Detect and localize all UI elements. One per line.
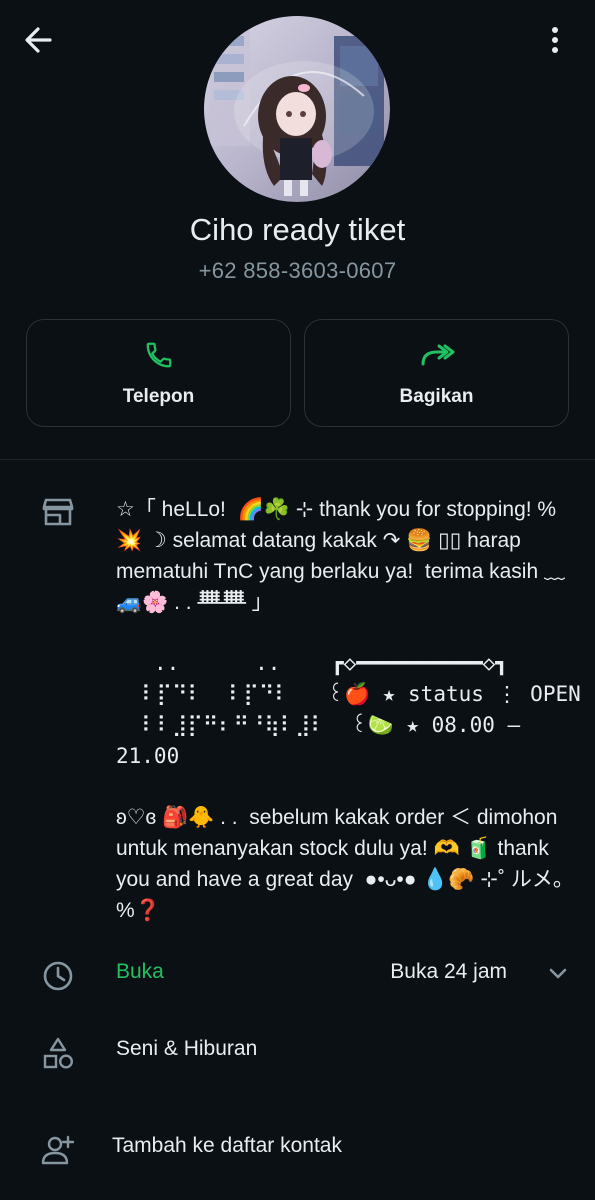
more-vertical-icon	[552, 27, 558, 53]
status-art-line-3: ⠇⠇⣸⡏⠛⠆⠛⠘⢷⠇⣸⠇ ꒰🍋‍🟩 ★ 08.00 — 21.00	[116, 713, 533, 768]
business-description: ☆「 heLLo! 🌈☘️ ⊹ thank you for stopping! …	[116, 494, 586, 956]
chevron-down-icon[interactable]	[547, 962, 569, 984]
clock-icon	[43, 961, 73, 991]
section-divider	[0, 459, 595, 460]
contact-phone: +62 858-3603-0607	[198, 258, 397, 283]
add-person-icon	[41, 1135, 75, 1165]
description-status-block: .. .. ┏◇━━━━━━━━━━◇┓ ⠇⡏⠙⠇ ⠇⡏⠙⠇ ꒰🍎 ★ stat…	[116, 648, 586, 772]
status-art-line-2: ⠇⡏⠙⠇ ⠇⡏⠙⠇ ꒰🍎 ★ status ⋮ OPEN	[116, 682, 581, 706]
profile-avatar[interactable]	[204, 16, 390, 202]
business-category-row: Seni & Hiburan	[0, 1021, 595, 1081]
hours-status: Buka	[116, 960, 164, 983]
shapes-icon	[43, 1037, 74, 1069]
business-hours-row[interactable]: Buka Buka 24 jam	[0, 944, 595, 1004]
call-button[interactable]: Telepon	[26, 319, 291, 427]
phone-icon	[146, 342, 171, 368]
back-button[interactable]	[20, 24, 56, 56]
status-art-line-1: .. .. ┏◇━━━━━━━━━━◇┓	[116, 651, 508, 675]
hours-detail: Buka 24 jam	[390, 960, 507, 983]
share-label: Bagikan	[399, 386, 474, 407]
add-contact-label: Tambah ke daftar kontak	[112, 1134, 342, 1157]
call-label: Telepon	[122, 386, 195, 407]
store-icon	[42, 498, 74, 526]
share-button[interactable]: Bagikan	[304, 319, 569, 427]
forward-icon	[421, 344, 454, 366]
category-label: Seni & Hiburan	[116, 1037, 258, 1060]
description-intro: ☆「 heLLo! 🌈☘️ ⊹ thank you for stopping! …	[116, 498, 571, 614]
add-contact-row[interactable]: Tambah ke daftar kontak	[0, 1118, 595, 1178]
contact-name: Ciho ready tiket	[189, 212, 406, 247]
more-options-button[interactable]	[535, 24, 575, 56]
description-note: ʚ♡ɞ 🎒🐥 . . sebelum kakak order ＜ dimohon…	[116, 806, 580, 922]
arrow-left-icon	[25, 27, 52, 53]
